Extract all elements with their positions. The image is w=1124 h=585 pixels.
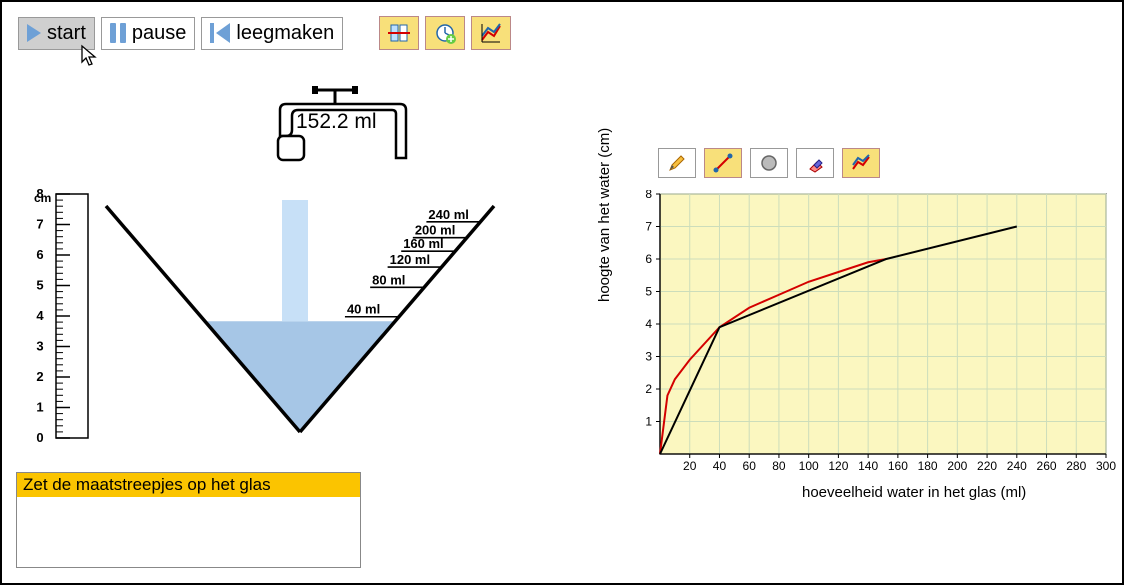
svg-text:8: 8 [645, 190, 652, 201]
point-tool-button[interactable] [750, 148, 788, 178]
svg-text:8: 8 [36, 188, 43, 201]
pencil-icon [667, 153, 687, 173]
start-label: start [47, 22, 86, 45]
svg-text:4: 4 [36, 308, 44, 323]
svg-text:40: 40 [713, 459, 727, 473]
faucet [270, 82, 430, 207]
pause-button[interactable]: pause [101, 17, 196, 50]
pause-label: pause [132, 22, 187, 45]
svg-text:140: 140 [858, 459, 878, 473]
clock-plus-icon [434, 22, 456, 44]
pencil-tool-button[interactable] [658, 148, 696, 178]
svg-text:160 ml: 160 ml [403, 236, 443, 251]
reset-label: leegmaken [236, 22, 334, 45]
svg-text:1: 1 [36, 400, 43, 415]
svg-text:2: 2 [36, 369, 43, 384]
eraser-tool-button[interactable] [796, 148, 834, 178]
svg-text:4: 4 [645, 317, 652, 331]
time-config-button[interactable] [425, 16, 465, 50]
pause-icon [110, 23, 126, 43]
svg-text:300: 300 [1096, 459, 1116, 473]
svg-text:6: 6 [645, 252, 652, 266]
graph-config-button[interactable] [471, 16, 511, 50]
line-icon [713, 153, 733, 173]
svg-text:180: 180 [918, 459, 938, 473]
svg-text:7: 7 [645, 220, 652, 234]
svg-text:160: 160 [888, 459, 908, 473]
glass-config-icon [388, 22, 410, 44]
start-button[interactable]: start [18, 17, 95, 50]
chart-ylabel: hoogte van het water (cm) [596, 128, 613, 302]
svg-text:1: 1 [645, 415, 652, 429]
svg-text:120 ml: 120 ml [390, 252, 430, 267]
svg-text:3: 3 [645, 350, 652, 364]
graph-options-button[interactable] [842, 148, 880, 178]
status-message: Zet de maatstreepjes op het glas [17, 473, 360, 497]
chart-icon [480, 22, 502, 44]
chart-xlabel: hoeveelheid water in het glas (ml) [802, 484, 1026, 501]
svg-text:100: 100 [799, 459, 819, 473]
svg-text:60: 60 [743, 459, 757, 473]
volume-readout: 152.2 ml [296, 110, 377, 134]
svg-text:120: 120 [828, 459, 848, 473]
rewind-icon [210, 23, 230, 43]
svg-text:200: 200 [947, 459, 967, 473]
svg-text:0: 0 [36, 430, 43, 445]
play-icon [27, 24, 41, 42]
svg-text:40 ml: 40 ml [347, 302, 380, 317]
svg-text:5: 5 [36, 278, 43, 293]
eraser-icon [805, 153, 825, 173]
svg-text:260: 260 [1037, 459, 1057, 473]
svg-text:240: 240 [1007, 459, 1027, 473]
svg-text:240 ml: 240 ml [428, 207, 468, 222]
svg-text:20: 20 [683, 459, 697, 473]
svg-text:220: 220 [977, 459, 997, 473]
svg-text:80 ml: 80 ml [372, 272, 405, 287]
svg-text:6: 6 [36, 247, 43, 262]
reset-button[interactable]: leegmaken [201, 17, 343, 50]
line-tool-button[interactable] [704, 148, 742, 178]
chart-icon [851, 153, 871, 173]
ruler: cm876543210 [32, 188, 88, 444]
svg-text:2: 2 [645, 382, 652, 396]
svg-text:280: 280 [1066, 459, 1086, 473]
svg-text:3: 3 [36, 339, 43, 354]
point-icon [759, 153, 779, 173]
svg-text:7: 7 [36, 217, 43, 232]
svg-text:5: 5 [645, 285, 652, 299]
glass-config-button[interactable] [379, 16, 419, 50]
svg-text:80: 80 [772, 459, 786, 473]
status-box: Zet de maatstreepjes op het glas [16, 472, 361, 568]
glass[interactable]: 240 ml200 ml160 ml120 ml80 ml40 ml [100, 200, 500, 438]
chart[interactable]: 20 40 60 80 100 120 140 160 180 200 220 240 260 280 30… [636, 190, 1116, 485]
